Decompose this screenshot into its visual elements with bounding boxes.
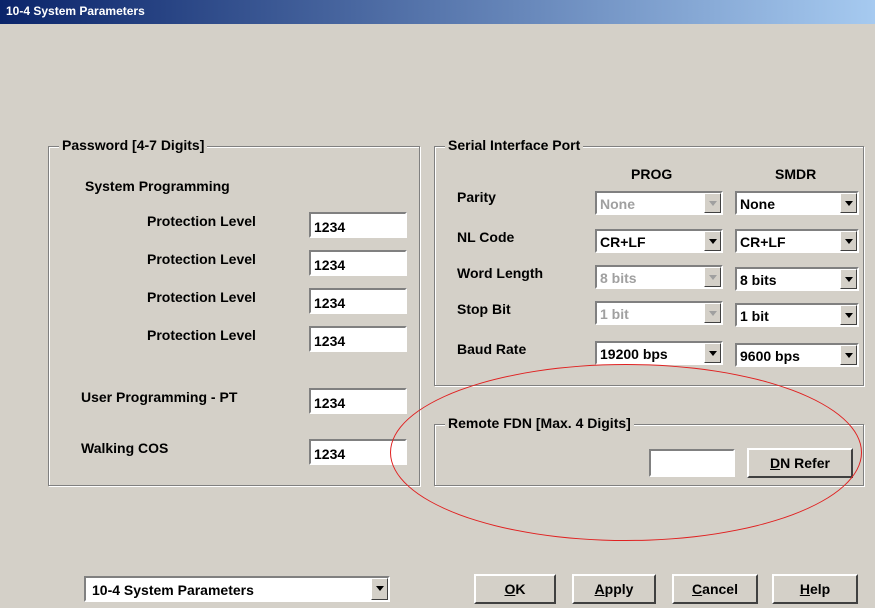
password-group-legend: Password [4-7 Digits] xyxy=(59,137,208,153)
parity-prog-select: None xyxy=(595,191,723,215)
stop-bit-prog-select: 1 bit xyxy=(595,301,723,325)
baud-rate-prog-value: 19200 bps xyxy=(600,346,668,362)
screen-select-value: 10-4 System Parameters xyxy=(92,582,254,598)
stop-bit-prog-value: 1 bit xyxy=(600,306,629,322)
chevron-down-icon xyxy=(704,267,721,287)
serial-interface-legend: Serial Interface Port xyxy=(445,137,584,153)
protection-level-label-2: Protection Level xyxy=(147,251,256,267)
protection-level-2-input[interactable]: 1234 xyxy=(309,250,407,276)
protection-level-1-input[interactable]: 1234 xyxy=(309,212,407,238)
baud-rate-smdr-select[interactable]: 9600 bps xyxy=(735,343,859,367)
word-length-smdr-select[interactable]: 8 bits xyxy=(735,267,859,291)
chevron-down-icon[interactable] xyxy=(704,343,721,363)
password-group: Password [4-7 Digits] System Programming… xyxy=(48,137,420,486)
chevron-down-icon[interactable] xyxy=(840,269,857,289)
apply-button[interactable]: Apply xyxy=(572,574,656,604)
apply-mnemonic: A xyxy=(594,581,605,597)
ok-mnemonic: O xyxy=(504,581,516,597)
ok-label: K xyxy=(515,581,526,597)
cancel-mnemonic: C xyxy=(692,581,703,597)
title-bar: 10-4 System Parameters xyxy=(0,0,875,24)
word-length-prog-select: 8 bits xyxy=(595,265,723,289)
parity-smdr-value: None xyxy=(740,196,775,212)
stop-bit-label: Stop Bit xyxy=(457,301,511,317)
smdr-column-header: SMDR xyxy=(775,166,817,182)
baud-rate-label: Baud Rate xyxy=(457,341,527,357)
stop-bit-smdr-value: 1 bit xyxy=(740,308,769,324)
chevron-down-icon[interactable] xyxy=(704,231,721,251)
cancel-label: ancel xyxy=(702,581,738,597)
apply-label: pply xyxy=(604,581,634,597)
user-programming-label: User Programming - PT xyxy=(81,389,238,405)
word-length-label: Word Length xyxy=(457,265,544,281)
nl-code-smdr-select[interactable]: CR+LF xyxy=(735,229,859,253)
chevron-down-icon xyxy=(704,303,721,323)
protection-level-3-input[interactable]: 1234 xyxy=(309,288,407,314)
help-button[interactable]: Help xyxy=(772,574,858,604)
help-mnemonic: H xyxy=(799,581,810,597)
baud-rate-prog-select[interactable]: 19200 bps xyxy=(595,341,723,365)
stop-bit-smdr-select[interactable]: 1 bit xyxy=(735,303,859,327)
baud-rate-smdr-value: 9600 bps xyxy=(740,348,800,364)
chevron-down-icon[interactable] xyxy=(371,578,388,600)
serial-interface-group: Serial Interface Port PROG SMDR Parity N… xyxy=(434,137,864,386)
system-parameters-window: 10-4 System Parameters Password [4-7 Dig… xyxy=(0,0,875,608)
parity-label: Parity xyxy=(457,189,496,205)
help-label: elp xyxy=(809,581,831,597)
protection-level-label-1: Protection Level xyxy=(147,213,256,229)
chevron-down-icon xyxy=(704,193,721,213)
chevron-down-icon[interactable] xyxy=(840,345,857,365)
nl-code-smdr-value: CR+LF xyxy=(740,234,786,250)
nl-code-prog-value: CR+LF xyxy=(600,234,646,250)
prog-column-header: PROG xyxy=(631,166,673,182)
nl-code-label: NL Code xyxy=(457,229,515,245)
parity-smdr-select[interactable]: None xyxy=(735,191,859,215)
nl-code-prog-select[interactable]: CR+LF xyxy=(595,229,723,253)
user-programming-input[interactable]: 1234 xyxy=(309,388,407,414)
chevron-down-icon[interactable] xyxy=(840,305,857,325)
word-length-smdr-value: 8 bits xyxy=(740,272,777,288)
cancel-button[interactable]: Cancel xyxy=(672,574,758,604)
protection-level-4-input[interactable]: 1234 xyxy=(309,326,407,352)
annotation-oval xyxy=(390,364,862,541)
screen-select-dropdown[interactable]: 10-4 System Parameters xyxy=(84,576,390,602)
ok-button[interactable]: OK xyxy=(474,574,556,604)
window-title: 10-4 System Parameters xyxy=(6,4,145,18)
protection-level-label-4: Protection Level xyxy=(147,327,256,343)
chevron-down-icon[interactable] xyxy=(840,231,857,251)
chevron-down-icon[interactable] xyxy=(840,193,857,213)
parity-prog-value: None xyxy=(600,196,635,212)
walking-cos-label: Walking COS xyxy=(81,440,169,456)
protection-level-label-3: Protection Level xyxy=(147,289,256,305)
system-programming-label: System Programming xyxy=(85,178,230,194)
word-length-prog-value: 8 bits xyxy=(600,270,637,286)
